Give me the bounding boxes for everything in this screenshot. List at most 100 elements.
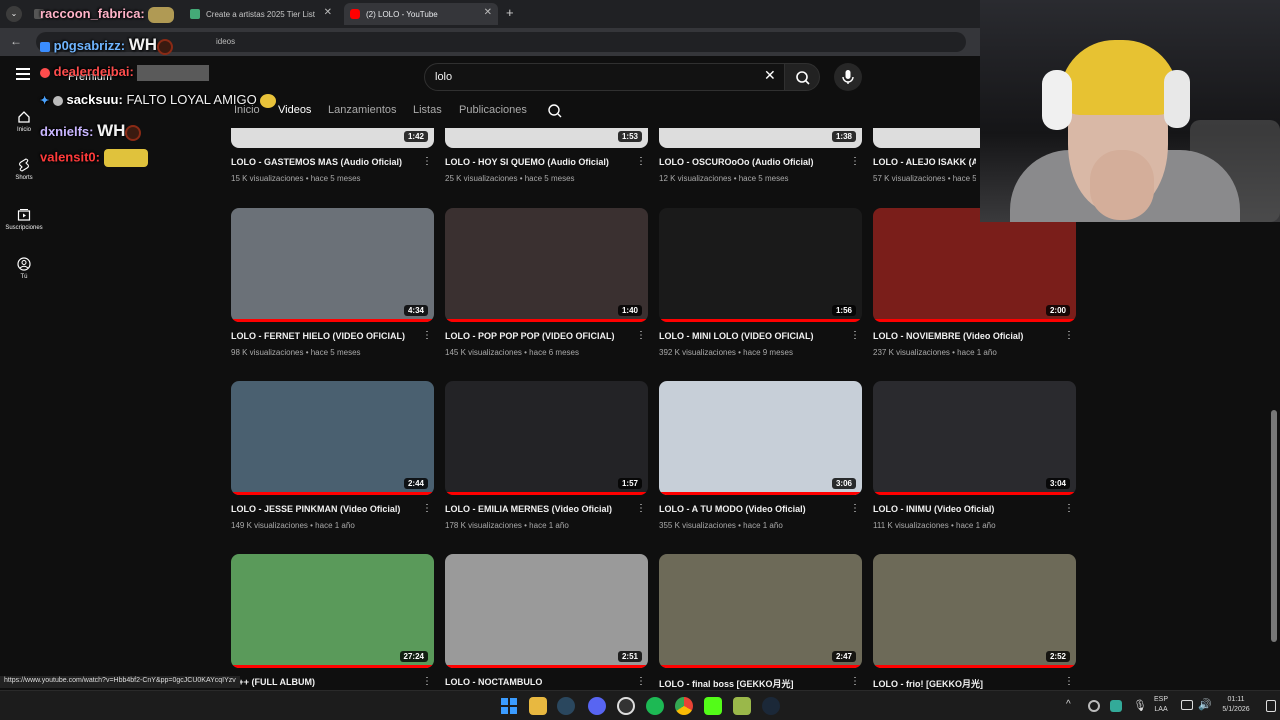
video-title[interactable]: LOLO - NOVIEMBRE (Video Oficial) (873, 331, 1063, 341)
video-title[interactable]: LOLO - MINI LOLO (VIDEO OFICIAL) (659, 331, 849, 341)
windows-start-icon[interactable] (500, 697, 518, 715)
video-title[interactable]: LOLO - GASTEMOS MAS (Audio Oficial) (231, 157, 421, 167)
language-indicator[interactable]: ESP LAA (1154, 695, 1168, 715)
emote-icon (148, 6, 175, 23)
more-options-icon[interactable]: ⋮ (636, 503, 646, 514)
tray-chevron-icon[interactable]: ^ (1066, 699, 1071, 710)
headphones-icon (1042, 70, 1072, 130)
search-icon (796, 71, 810, 85)
more-options-icon[interactable]: ⋮ (1064, 676, 1074, 687)
kick-icon[interactable] (704, 697, 722, 715)
clock[interactable]: 01:11 5/1/2026 (1216, 695, 1256, 715)
search-button[interactable] (784, 63, 820, 91)
video-duration: 1:56 (831, 305, 856, 316)
page-scrollbar[interactable] (1271, 410, 1277, 642)
video-title[interactable]: LOLO - A TU MODO (Video Oficial) (659, 504, 849, 514)
tab-menu-button[interactable]: ⌄ (6, 6, 22, 22)
video-title[interactable]: LOLO - HOY SI QUEMO (Audio Oficial) (445, 157, 635, 167)
video-title[interactable]: LOLO - OSCUROoOo (Audio Oficial) (659, 157, 849, 167)
video-title[interactable]: LOLO - NOCTAMBULO (445, 677, 635, 687)
more-options-icon[interactable]: ⋮ (1064, 330, 1074, 341)
video-thumbnail[interactable]: 2:52 (873, 554, 1076, 668)
discord-icon[interactable] (588, 697, 606, 715)
video-thumbnail[interactable]: 3:06 (659, 381, 862, 495)
video-thumbnail[interactable]: 1:40 (445, 208, 648, 322)
tab-videos[interactable]: Videos (278, 104, 311, 116)
close-icon[interactable]: ✕ (484, 7, 492, 18)
video-thumbnail[interactable]: 2:44 (231, 381, 434, 495)
more-options-icon[interactable]: ⋮ (422, 156, 432, 167)
network-icon[interactable] (1181, 700, 1193, 710)
volume-icon[interactable]: 🔊 (1198, 698, 1212, 711)
tab-lanzamientos[interactable]: Lanzamientos (328, 104, 397, 116)
spotify-icon[interactable] (646, 697, 664, 715)
more-options-icon[interactable]: ⋮ (850, 676, 860, 687)
more-options-icon[interactable]: ⋮ (636, 330, 646, 341)
more-options-icon[interactable]: ⋮ (636, 676, 646, 687)
tab-publicaciones[interactable]: Publicaciones (459, 104, 527, 116)
video-thumbnail[interactable]: 1:53 (445, 128, 648, 148)
video-thumbnail[interactable]: 1:42 (231, 128, 434, 148)
video-duration: 2:44 (403, 478, 428, 489)
steam-icon[interactable] (762, 697, 780, 715)
chat-message: dealerdeibai: (40, 64, 210, 81)
video-title[interactable]: LOLO - final boss [GEKKO月光] (659, 677, 849, 690)
tab-3[interactable]: (2) LOLO - YouTube ✕ (344, 3, 498, 25)
search-input[interactable]: lolo (424, 63, 790, 91)
video-thumbnail[interactable]: 2:00 (873, 208, 1076, 322)
video-duration: 1:53 (617, 131, 642, 142)
video-title[interactable]: 4 ++ (FULL ALBUM) (231, 677, 421, 687)
tab-2[interactable]: Create a artistas 2025 Tier List ✕ (184, 3, 338, 25)
video-title[interactable]: LOLO - FERNET HIELO (VIDEO OFICIAL) (231, 331, 421, 341)
file-explorer-icon[interactable] (529, 697, 547, 715)
watch-progress-bar (659, 319, 862, 322)
video-thumbnail[interactable]: 4:34 (231, 208, 434, 322)
new-tab-button[interactable]: + (506, 5, 514, 20)
hand (1090, 150, 1154, 220)
hamburger-menu-icon[interactable] (16, 68, 30, 80)
chrome-icon[interactable] (675, 697, 693, 715)
video-thumbnail[interactable]: 2:47 (659, 554, 862, 668)
more-options-icon[interactable]: ⋮ (422, 676, 432, 687)
emote-icon (137, 64, 210, 81)
badge-icon (40, 67, 50, 78)
back-arrow-icon[interactable]: ← (10, 34, 22, 48)
voice-search-button[interactable] (834, 63, 862, 91)
more-options-icon[interactable]: ⋮ (1064, 503, 1074, 514)
video-thumbnail[interactable]: 2:51 (445, 554, 648, 668)
microphone-icon[interactable]: 🎙 (1133, 699, 1147, 712)
more-options-icon[interactable]: ⋮ (850, 330, 860, 341)
video-title[interactable]: LOLO - POP POP POP (VIDEO OFICIAL) (445, 331, 635, 341)
video-thumbnail[interactable]: 3:04 (873, 381, 1076, 495)
video-title[interactable]: LOLO - INIMU (Video Oficial) (873, 504, 1063, 514)
chat-message: dxnielfs: WH (40, 121, 142, 141)
video-title[interactable]: LOLO - ALEJO ISAKK (Au (873, 157, 976, 167)
video-title[interactable]: LOLO - EMILIA MERNES (Video Oficial) (445, 504, 635, 514)
notepad-icon[interactable] (733, 697, 751, 715)
clear-search-icon[interactable]: ✕ (764, 67, 776, 84)
video-title[interactable]: LOLO - JESSE PINKMAN (Video Oficial) (231, 504, 421, 514)
sidebar-item-subscriptions[interactable]: Suscripciones (0, 208, 48, 231)
tray-icon[interactable] (1110, 700, 1122, 712)
video-thumbnail[interactable]: 1:38 (659, 128, 862, 148)
video-thumbnail[interactable]: 1:56 (659, 208, 862, 322)
chat-message: p0gsabrizz: WH (40, 35, 174, 55)
notification-icon[interactable] (1266, 700, 1276, 712)
sidebar-item-you[interactable]: Tú (0, 257, 48, 280)
more-options-icon[interactable]: ⋮ (850, 156, 860, 167)
tray-icon[interactable] (1088, 700, 1100, 712)
video-title[interactable]: LOLO - frio! [GEKKO月光] (873, 677, 1063, 690)
steam-icon[interactable] (557, 697, 575, 715)
more-options-icon[interactable]: ⋮ (850, 503, 860, 514)
channel-search-icon[interactable] (547, 103, 563, 119)
tab-listas[interactable]: Listas (413, 104, 442, 116)
more-options-icon[interactable]: ⋮ (636, 156, 646, 167)
video-meta: 111 K visualizaciones • hace 1 año (873, 521, 996, 530)
more-options-icon[interactable]: ⋮ (422, 330, 432, 341)
video-thumbnail[interactable]: 1:57 (445, 381, 648, 495)
close-icon[interactable]: ✕ (324, 7, 332, 18)
more-options-icon[interactable]: ⋮ (422, 503, 432, 514)
video-thumbnail[interactable]: 27:24 (231, 554, 434, 668)
obs-icon[interactable] (617, 697, 635, 715)
url-field[interactable]: ideos (36, 32, 966, 52)
